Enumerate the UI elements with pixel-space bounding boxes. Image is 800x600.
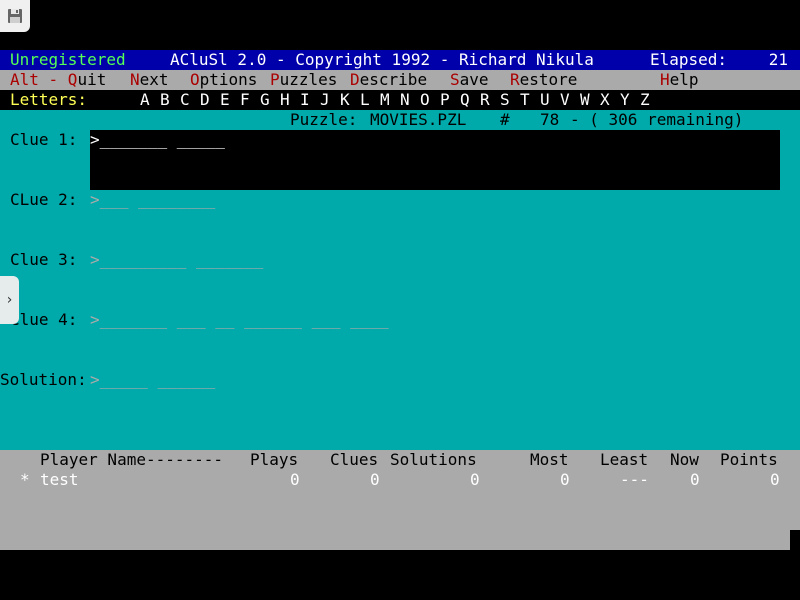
puzzle-hash: # [500,110,510,129]
menu-bar: Alt - Quit Next Options Puzzles Describe… [0,70,800,90]
clue-row-3: Clue 3: >_________ _______ [0,250,800,270]
puzzle-number: 78 [540,110,560,129]
letter-z-button[interactable]: Z [640,90,650,110]
letter-y-button[interactable]: Y [620,90,630,110]
letters-bar: Letters: ABCDEFGHIJKLMNOPQRSTUVWXYZ [0,90,800,110]
letter-s-button[interactable]: S [500,90,510,110]
menu-describe[interactable]: Describe [350,70,427,90]
player-solutions: 0 [470,470,480,489]
solution-row: Solution: >_____ ______ [0,370,800,390]
header-points: Points [720,450,778,469]
header-solutions: Solutions [390,450,477,469]
clue-input-1[interactable]: >_______ _____ [90,130,225,150]
elapsed-value: 21 [768,50,788,69]
letter-x-button[interactable]: X [600,90,610,110]
floppy-disk-icon [8,9,22,23]
chevron-right-icon: › [6,292,13,308]
puzzle-remaining: - ( 306 remaining) [570,110,744,129]
status-bar: Unregistered ACluSl 2.0 - Copyright 1992… [0,50,800,70]
side-panel-toggle[interactable]: › [0,276,19,324]
puzzle-info: Puzzle: MOVIES.PZL # 78 - ( 306 remainin… [0,110,800,130]
header-now: Now [670,450,699,469]
letter-l-button[interactable]: L [360,90,370,110]
clue-input-2[interactable]: >___ ________ [90,190,215,210]
letter-f-button[interactable]: F [240,90,250,110]
clue-pattern: _______ ___ __ ______ ___ ____ [99,310,389,329]
letters-label: Letters: [10,90,88,109]
puzzle-label: Puzzle: [290,110,358,129]
clue-row-1: Clue 1: >_______ _____ [0,130,800,150]
table-row[interactable]: * test 0 0 0 0 --- 0 0 [0,470,800,490]
letter-a-button[interactable]: A [140,90,150,110]
solution-label: Solution: [0,370,87,389]
letter-m-button[interactable]: M [380,90,390,110]
header-player-name: Player Name-------- [40,450,224,469]
clue-input-3[interactable]: >_________ _______ [90,250,263,270]
save-disk-button[interactable] [0,0,30,32]
solution-input[interactable]: >_____ ______ [90,370,215,390]
elapsed-label: Elapsed: [650,50,728,69]
clue-pattern: ___ ________ [99,190,216,209]
puzzle-file: MOVIES.PZL [370,110,467,129]
app-title: ACluSl 2.0 - Copyright 1992 - Richard Ni… [170,50,594,69]
prompt-icon: > [90,130,100,149]
menu-options[interactable]: Options [190,70,257,90]
current-player-marker: * [20,470,30,489]
letter-t-button[interactable]: T [520,90,530,110]
clue-pattern: _______ _____ [99,130,225,149]
menu-help[interactable]: Help [660,70,699,90]
prompt-icon: > [90,190,100,209]
solution-pattern: _____ ______ [99,370,216,389]
letter-b-button[interactable]: B [160,90,170,110]
registration-status: Unregistered [10,50,126,69]
player-name: test [40,470,79,489]
letter-i-button[interactable]: I [300,90,310,110]
prompt-icon: > [90,310,100,329]
clue-pattern: _________ _______ [99,250,264,269]
menu-next[interactable]: Next [130,70,169,90]
header-plays: Plays [250,450,299,469]
clue-label: Clue 4: [10,310,78,329]
player-clues: 0 [370,470,380,489]
letter-u-button[interactable]: U [540,90,550,110]
header-clues: Clues [330,450,379,469]
player-points: 0 [770,470,780,489]
letter-j-button[interactable]: J [320,90,330,110]
prompt-icon: > [90,370,100,389]
clue-input-4[interactable]: >_______ ___ __ ______ ___ ____ [90,310,389,330]
prompt-icon: > [90,250,100,269]
header-least: Least [600,450,649,469]
letter-p-button[interactable]: P [440,90,450,110]
player-least: --- [620,470,649,489]
letter-c-button[interactable]: C [180,90,190,110]
player-most: 0 [560,470,570,489]
letter-r-button[interactable]: R [480,90,490,110]
letter-o-button[interactable]: O [420,90,430,110]
clue-label: Clue 1: [10,130,78,149]
letter-e-button[interactable]: E [220,90,230,110]
menu-restore[interactable]: Restore [510,70,577,90]
clue-label: Clue 3: [10,250,78,269]
letter-d-button[interactable]: D [200,90,210,110]
letter-v-button[interactable]: V [560,90,570,110]
letter-w-button[interactable]: W [580,90,590,110]
clue-row-2: CLue 2: >___ ________ [0,190,800,210]
letter-n-button[interactable]: N [400,90,410,110]
menu-puzzles[interactable]: Puzzles [270,70,337,90]
letter-k-button[interactable]: K [340,90,350,110]
clue-row-4: Clue 4: >_______ ___ __ ______ ___ ____ [0,310,800,330]
text-cursor [790,530,800,550]
player-plays: 0 [290,470,300,489]
letter-g-button[interactable]: G [260,90,270,110]
scoreboard-header: Player Name-------- Plays Clues Solution… [0,450,800,470]
player-now: 0 [690,470,700,489]
header-most: Most [530,450,569,469]
menu-save[interactable]: Save [450,70,489,90]
letter-q-button[interactable]: Q [460,90,470,110]
clue-label: CLue 2: [10,190,78,209]
menu-quit[interactable]: Alt - Quit [10,70,106,90]
letter-h-button[interactable]: H [280,90,290,110]
